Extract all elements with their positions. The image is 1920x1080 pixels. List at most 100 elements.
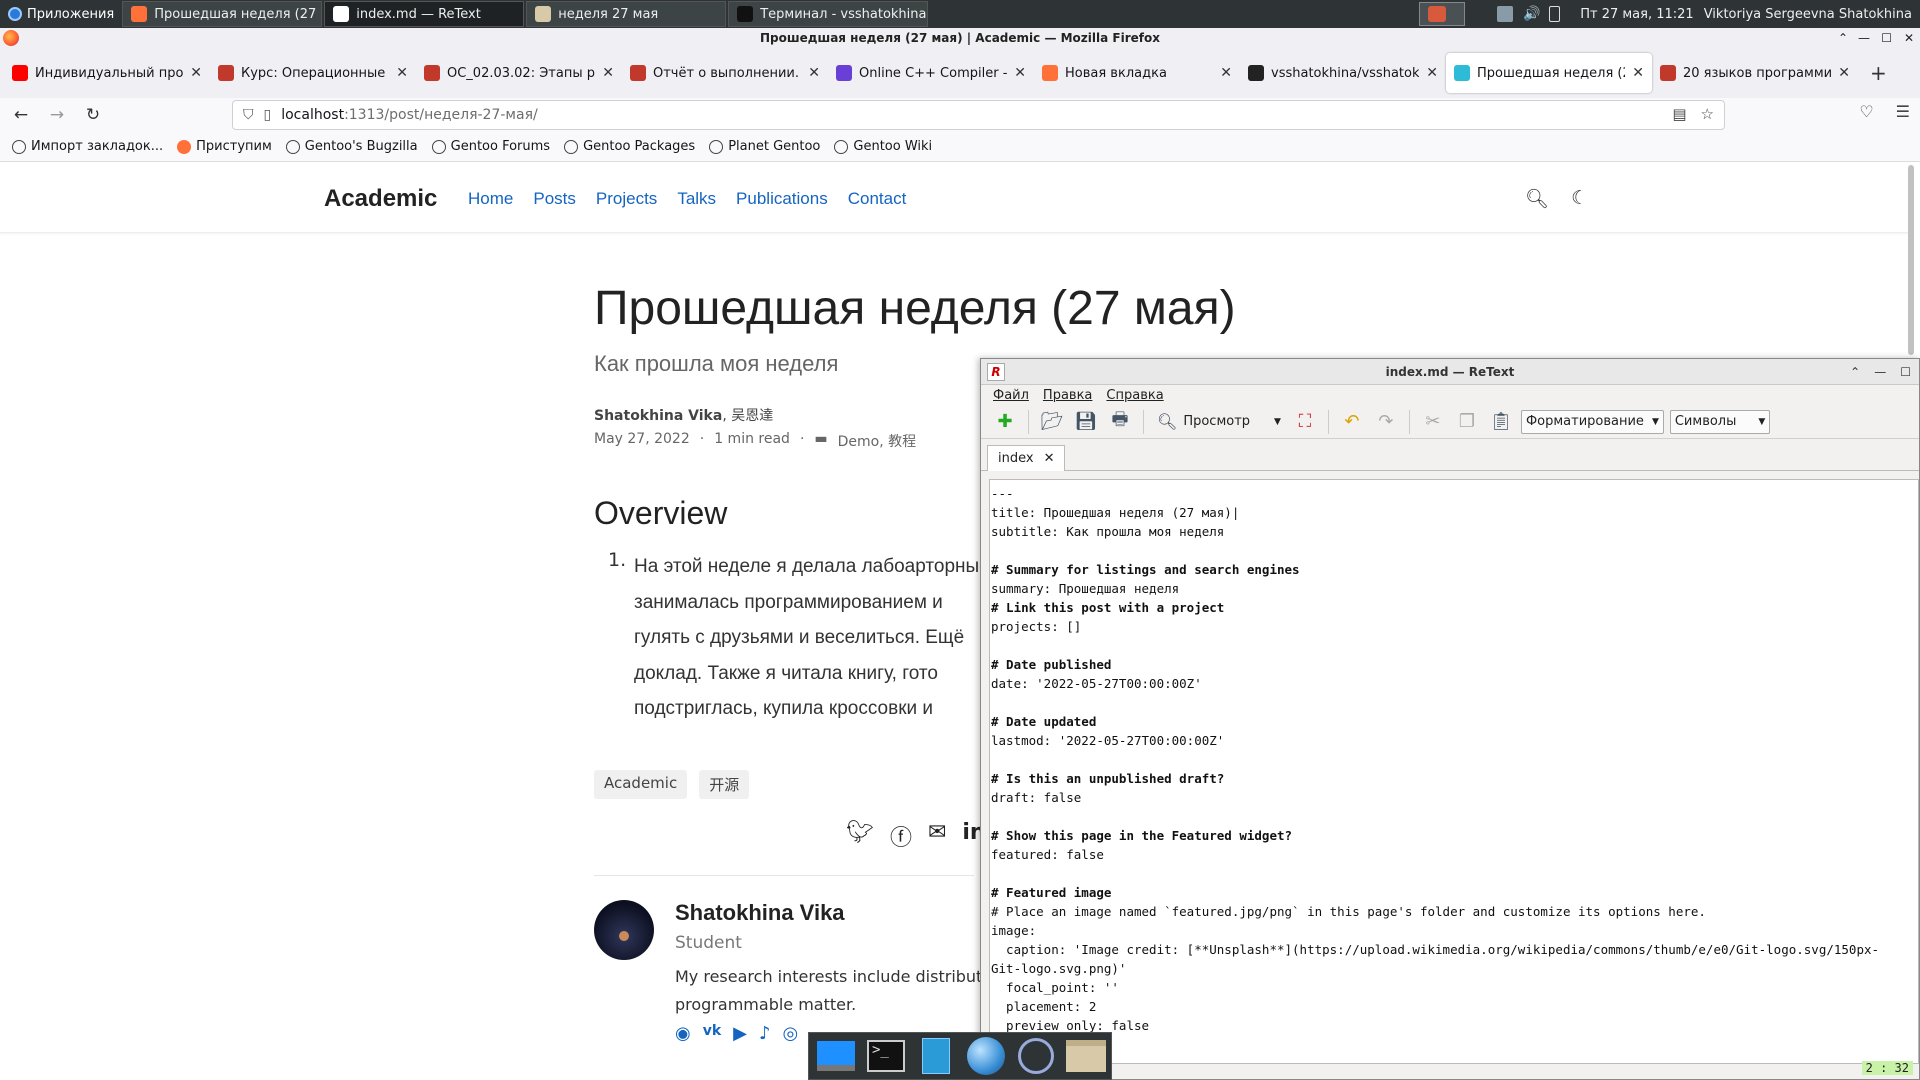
bookmark-item[interactable]: Gentoo's Bugzilla <box>285 139 418 154</box>
symbols-combo[interactable]: Символы ▼ <box>1669 409 1771 434</box>
url-bar[interactable]: ⛉ ▯ localhost:1313/post/неделя-27-мая/ ▤… <box>232 100 1725 130</box>
formatting-combo[interactable]: Форматирование ▼ <box>1520 409 1664 434</box>
window-maximize-button[interactable]: ☐ <box>1881 28 1892 48</box>
copy-icon[interactable]: ❐ <box>1453 408 1481 436</box>
taskbar-button[interactable]: неделя 27 мая <box>526 1 727 27</box>
bookmark-item[interactable]: Gentoo Forums <box>431 139 550 154</box>
menu-icon[interactable]: ☰ <box>1896 102 1910 121</box>
facebook-icon[interactable]: ⓕ <box>890 820 912 852</box>
close-icon[interactable]: ✕ <box>1044 451 1055 466</box>
menu-item[interactable]: Правка <box>1043 388 1092 403</box>
search-icon[interactable]: 🔍︎ <box>1525 187 1549 210</box>
web-browser-launcher[interactable] <box>965 1035 1007 1077</box>
nav-link-contact[interactable]: Contact <box>848 189 907 209</box>
window-minimize-button[interactable]: — <box>1858 28 1870 48</box>
cut-icon[interactable]: ✂ <box>1419 408 1447 436</box>
author-card-name[interactable]: Shatokhina Vika <box>675 900 845 926</box>
window-minimize-button[interactable]: — <box>1874 359 1886 385</box>
close-icon[interactable]: ✕ <box>396 65 408 81</box>
browser-tab[interactable]: Прошедшая неделя (27 ✕ <box>1446 53 1652 93</box>
email-icon[interactable]: ✉ <box>928 820 946 852</box>
taskbar-button[interactable]: Прошедшая неделя (27 ... <box>122 1 323 27</box>
nav-link-home[interactable]: Home <box>468 189 513 209</box>
close-icon[interactable]: ✕ <box>1426 65 1438 81</box>
close-icon[interactable]: ✕ <box>1838 65 1850 81</box>
close-icon[interactable]: ✕ <box>1014 65 1026 81</box>
close-icon[interactable]: ✕ <box>1220 65 1232 81</box>
close-icon[interactable]: ✕ <box>808 65 820 81</box>
nav-link-posts[interactable]: Posts <box>533 189 576 209</box>
menu-item[interactable]: Файл <box>993 388 1029 403</box>
clock[interactable]: Пт 27 мая, 11:21 <box>1580 7 1693 22</box>
vk-icon[interactable]: vk <box>703 1023 721 1044</box>
page-info-icon[interactable]: ▯ <box>264 107 272 123</box>
nav-link-projects[interactable]: Projects <box>596 189 657 209</box>
page-scrollbar[interactable] <box>1908 165 1914 355</box>
preview-button[interactable]: 🔍︎ Просмотр ▼ <box>1153 408 1285 436</box>
bookmark-item[interactable]: Gentoo Wiki <box>834 139 932 154</box>
terminal-launcher[interactable]: >_ <box>865 1035 907 1077</box>
browser-tab[interactable]: Курс: Операционные сис ✕ <box>210 53 416 93</box>
github-icon[interactable]: ◉ <box>675 1023 691 1044</box>
user-name[interactable]: Viktoriya Sergeevna Shatokhina <box>1704 7 1912 22</box>
bookmark-item[interactable]: Planet Gentoo <box>709 139 820 154</box>
browser-tab[interactable]: ОС_02.03.02: Этапы реа ✕ <box>416 53 622 93</box>
new-tab-button[interactable]: + <box>1870 61 1887 85</box>
print-icon[interactable]: 🖶 <box>1106 408 1134 436</box>
youtube-icon[interactable]: ▶ <box>733 1023 747 1044</box>
close-icon[interactable]: ✕ <box>190 65 202 81</box>
markdown-editor[interactable]: --- title: Прошедшая неделя (27 мая)| subt… <box>989 479 1919 1064</box>
network-icon[interactable] <box>1497 6 1514 22</box>
volume-icon[interactable]: 🔊 <box>1523 6 1540 22</box>
tag-link[interactable]: Academic <box>594 770 688 799</box>
browser-tab[interactable]: Отчёт о выполнении. Ин ✕ <box>622 53 828 93</box>
file-manager-launcher[interactable] <box>915 1035 957 1077</box>
window-shade-button[interactable]: ⌃ <box>1850 359 1860 385</box>
back-button[interactable]: ← <box>6 100 36 130</box>
taskbar-button[interactable]: index.md — ReText <box>324 1 525 27</box>
article-categories[interactable]: Demo, 教程 <box>838 431 917 451</box>
site-brand[interactable]: Academic <box>324 185 437 213</box>
browser-tab[interactable]: 20 языков программиро ✕ <box>1652 53 1858 93</box>
tag-link[interactable]: 开源 <box>699 770 750 799</box>
browser-tab[interactable]: Индивидуальный проект ✕ <box>4 53 210 93</box>
window-maximize-button[interactable]: ☐ <box>1900 359 1911 385</box>
applications-menu[interactable]: Приложения <box>0 0 122 28</box>
twitter-icon[interactable]: 🐦︎ <box>846 820 874 852</box>
fullscreen-icon[interactable]: ⛶ <box>1291 408 1319 436</box>
browser-tab[interactable]: Новая вкладка ✕ <box>1034 53 1240 93</box>
instagram-icon[interactable]: ◎ <box>783 1023 799 1044</box>
undo-icon[interactable]: ↶ <box>1338 408 1366 436</box>
taskbar-button[interactable]: Терминал - vsshatokhina... <box>728 1 929 27</box>
moon-icon[interactable]: ☾ <box>1571 187 1588 210</box>
window-close-button[interactable]: ✕ <box>1904 28 1914 48</box>
open-icon[interactable]: 📂︎ <box>1038 408 1066 436</box>
app-finder-launcher[interactable] <box>1015 1035 1057 1077</box>
save-icon[interactable]: 💾︎ <box>1072 408 1100 436</box>
window-shade-button[interactable]: ⌃ <box>1838 28 1848 48</box>
bookmark-star-icon[interactable]: ☆ <box>1701 105 1714 123</box>
show-desktop-button[interactable] <box>815 1035 857 1077</box>
nav-link-publications[interactable]: Publications <box>736 189 828 209</box>
nav-link-talks[interactable]: Talks <box>677 189 716 209</box>
reload-button[interactable]: ↻ <box>78 100 108 130</box>
close-icon[interactable]: ✕ <box>1632 65 1644 81</box>
menu-item[interactable]: Справка <box>1106 388 1163 403</box>
workspace-pager[interactable] <box>1419 2 1466 26</box>
new-document-icon[interactable]: ✚ <box>991 408 1019 436</box>
bookmark-item[interactable]: Gentoo Packages <box>564 139 695 154</box>
pocket-icon[interactable]: ♡ <box>1859 102 1873 121</box>
forward-button[interactable]: → <box>42 100 72 130</box>
bookmark-item[interactable]: Импорт закладок... <box>12 139 163 154</box>
browser-tab[interactable]: vsshatokhina/vsshatokhin ✕ <box>1240 53 1446 93</box>
author-link[interactable]: Shatokhina Vika <box>594 408 722 424</box>
battery-icon[interactable] <box>1549 6 1561 22</box>
close-icon[interactable]: ✕ <box>602 65 614 81</box>
reader-view-icon[interactable]: ▤ <box>1672 105 1686 123</box>
home-folder-launcher[interactable] <box>1065 1035 1107 1077</box>
paste-icon[interactable]: 📋︎ <box>1487 408 1515 436</box>
tiktok-icon[interactable]: ♪ <box>759 1023 771 1044</box>
bookmark-item[interactable]: Приступим <box>177 139 272 154</box>
redo-icon[interactable]: ↷ <box>1372 408 1400 436</box>
document-tab[interactable]: index ✕ <box>987 445 1066 471</box>
